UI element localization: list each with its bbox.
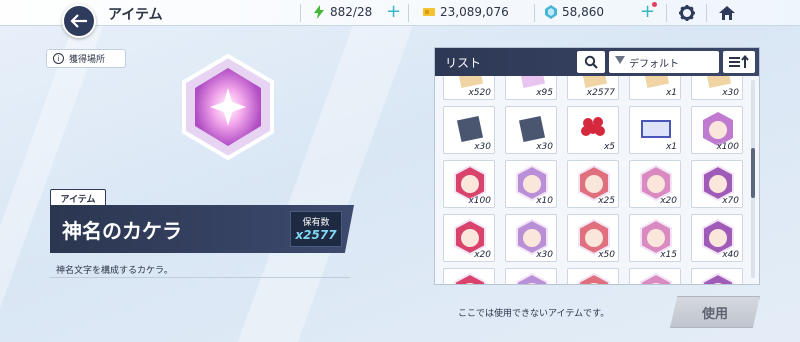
item-quantity: x30 bbox=[536, 142, 553, 152]
item-name: 神名のカケラ bbox=[62, 219, 182, 243]
gear-icon[interactable] bbox=[678, 4, 696, 22]
item-slot[interactable]: x5 bbox=[567, 106, 619, 154]
item-image-shard bbox=[182, 53, 274, 161]
item-grid: x520 x95 x2577 x1 x30 x30 x30 x5 x1 x100 x100 x10 x2… bbox=[435, 76, 759, 284]
sort-select[interactable]: デフォルト bbox=[609, 51, 719, 73]
item-slot[interactable]: x40 bbox=[691, 214, 743, 262]
item-quantity: x70 bbox=[722, 196, 739, 206]
scrollbar-thumb[interactable] bbox=[751, 148, 755, 198]
notification-badge bbox=[652, 2, 657, 7]
item-quantity: x20 bbox=[660, 196, 677, 206]
item-slot[interactable]: x25 bbox=[567, 160, 619, 208]
unusable-note: ここでは使用できないアイテムです。 bbox=[458, 309, 610, 319]
item-slot[interactable]: x520 bbox=[443, 76, 495, 100]
item-quantity: x30 bbox=[474, 142, 491, 152]
item-quantity: x20 bbox=[474, 250, 491, 260]
divider bbox=[408, 4, 409, 22]
owned-count: x2577 bbox=[295, 228, 337, 242]
gem-display: 58,860 bbox=[544, 5, 604, 19]
item-slot[interactable]: x1 bbox=[629, 76, 681, 100]
item-category-tag: アイテム bbox=[50, 189, 106, 207]
gold-display: 23,089,076 bbox=[422, 5, 509, 19]
item-slot[interactable]: x100 bbox=[691, 106, 743, 154]
gold-value: 23,089,076 bbox=[440, 5, 509, 19]
item-quantity: x95 bbox=[536, 88, 553, 98]
character-medal-icon bbox=[702, 273, 734, 284]
item-quantity: x10 bbox=[536, 196, 553, 206]
gem-icon bbox=[545, 5, 557, 19]
search-button[interactable] bbox=[577, 51, 605, 73]
home-icon[interactable] bbox=[718, 4, 736, 22]
item-quantity: x30 bbox=[536, 250, 553, 260]
item-slot[interactable]: x100 bbox=[443, 160, 495, 208]
divider bbox=[300, 4, 301, 22]
item-quantity: x520 bbox=[468, 88, 491, 98]
item-quantity: x1 bbox=[665, 142, 677, 152]
item-list-panel: リスト デフォルト x520 x95 x2577 x1 x30 x30 x30 x5 x1 x10… bbox=[434, 47, 760, 285]
character-medal-icon bbox=[454, 273, 486, 284]
gold-ticket-icon bbox=[423, 8, 435, 16]
list-header: リスト デフォルト bbox=[435, 48, 759, 76]
divider bbox=[706, 4, 707, 22]
arrow-left-icon bbox=[70, 14, 87, 28]
search-icon bbox=[584, 55, 598, 69]
item-slot[interactable]: x1 bbox=[629, 106, 681, 154]
item-quantity: x25 bbox=[598, 196, 615, 206]
info-icon: i bbox=[53, 53, 64, 64]
item-quantity: x1 bbox=[665, 88, 677, 98]
filter-icon bbox=[615, 56, 625, 64]
item-slot[interactable]: x95 bbox=[505, 76, 557, 100]
character-medal-icon bbox=[578, 273, 610, 284]
owned-count-box: 保有数 x2577 bbox=[290, 211, 342, 247]
sort-label: デフォルト bbox=[629, 58, 679, 70]
item-slot[interactable] bbox=[567, 268, 619, 284]
item-quantity: x40 bbox=[722, 250, 739, 260]
item-slot[interactable]: x2577 bbox=[567, 76, 619, 100]
item-slot[interactable]: x10 bbox=[505, 160, 557, 208]
item-slot[interactable]: x20 bbox=[443, 214, 495, 262]
owned-label: 保有数 bbox=[302, 218, 330, 228]
item-slot[interactable] bbox=[629, 268, 681, 284]
use-button[interactable]: 使用 bbox=[670, 296, 760, 328]
item-slot[interactable] bbox=[443, 268, 495, 284]
gem-value: 58,860 bbox=[562, 5, 604, 19]
item-quantity: x50 bbox=[598, 250, 615, 260]
item-quantity: x30 bbox=[722, 88, 739, 98]
stamina-display: 882/28 bbox=[312, 5, 372, 19]
item-name-plate: 神名のカケラ 保有数 x2577 bbox=[50, 205, 354, 253]
back-button[interactable] bbox=[62, 4, 96, 38]
item-slot[interactable]: x30 bbox=[691, 76, 743, 100]
stamina-value: 882/28 bbox=[330, 5, 373, 19]
list-title: リスト bbox=[445, 56, 482, 70]
sort-order-icon bbox=[729, 55, 749, 68]
lightning-icon bbox=[314, 5, 324, 19]
item-quantity: x2577 bbox=[586, 88, 615, 98]
item-description: 神名文字を構成するカケラ。 bbox=[56, 266, 173, 276]
acquisition-source-label: 獲得場所 bbox=[69, 55, 106, 65]
page-title: アイテム bbox=[108, 7, 163, 23]
divider bbox=[666, 4, 667, 22]
item-slot[interactable]: x50 bbox=[567, 214, 619, 262]
item-quantity: x100 bbox=[468, 196, 491, 206]
divider bbox=[50, 277, 350, 278]
item-slot[interactable]: x30 bbox=[443, 106, 495, 154]
add-stamina-button[interactable]: + bbox=[386, 3, 401, 21]
item-quantity: x15 bbox=[660, 250, 677, 260]
top-bar: アイテム 882/28 + 23,089,076 58,860 + bbox=[0, 0, 800, 26]
character-medal-icon bbox=[640, 273, 672, 284]
sort-order-button[interactable] bbox=[723, 51, 755, 73]
item-quantity: x100 bbox=[716, 142, 739, 152]
item-slot[interactable] bbox=[505, 268, 557, 284]
item-slot[interactable]: x15 bbox=[629, 214, 681, 262]
item-slot[interactable]: x70 bbox=[691, 160, 743, 208]
character-medal-icon bbox=[516, 273, 548, 284]
divider bbox=[534, 4, 535, 22]
acquisition-source-button[interactable]: i 獲得場所 bbox=[46, 49, 126, 68]
item-slot[interactable] bbox=[691, 268, 743, 284]
item-slot[interactable]: x20 bbox=[629, 160, 681, 208]
item-slot[interactable]: x30 bbox=[505, 106, 557, 154]
item-quantity: x5 bbox=[603, 142, 615, 152]
item-slot[interactable]: x30 bbox=[505, 214, 557, 262]
